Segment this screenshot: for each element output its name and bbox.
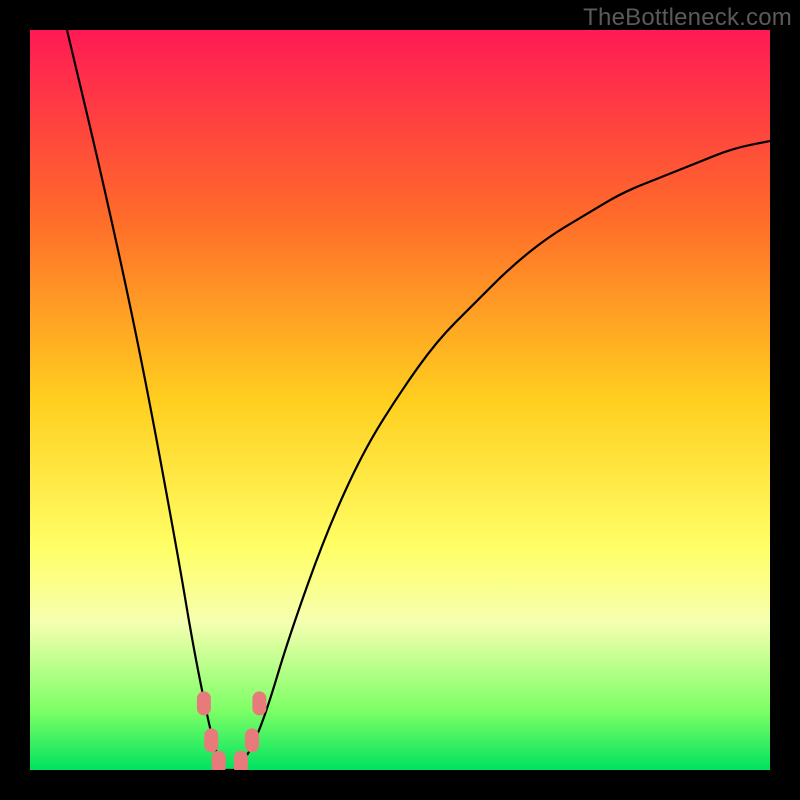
- gradient-bg: [30, 30, 770, 770]
- marker: [212, 751, 226, 770]
- marker: [234, 751, 248, 770]
- marker: [197, 691, 211, 715]
- watermark-text: TheBottleneck.com: [583, 4, 792, 32]
- plot-area: [30, 30, 770, 770]
- marker: [245, 728, 259, 752]
- marker: [252, 691, 266, 715]
- marker: [204, 728, 218, 752]
- chart-frame: TheBottleneck.com: [0, 0, 800, 800]
- chart-svg: [30, 30, 770, 770]
